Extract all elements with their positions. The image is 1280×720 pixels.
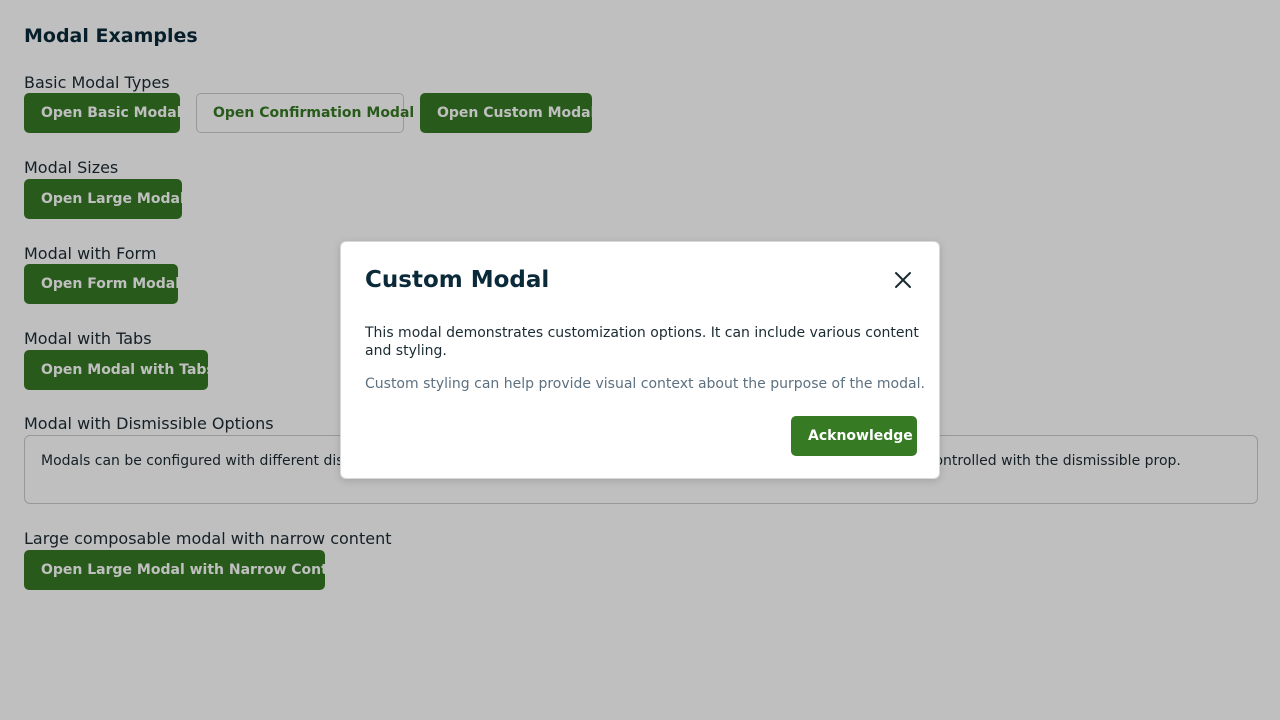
- custom-modal: Custom Modal This modal demonstrates cus…: [340, 241, 940, 479]
- modal-title: Custom Modal: [365, 267, 550, 293]
- close-icon-svg: [895, 272, 911, 288]
- modal-body-text: This modal demonstrates customization op…: [365, 325, 919, 359]
- close-icon: [887, 270, 919, 290]
- modal-close-button[interactable]: [887, 264, 919, 296]
- acknowledge-button[interactable]: Acknowledge: [791, 416, 917, 456]
- modal-note-text: Custom styling can help provide visual c…: [365, 376, 925, 392]
